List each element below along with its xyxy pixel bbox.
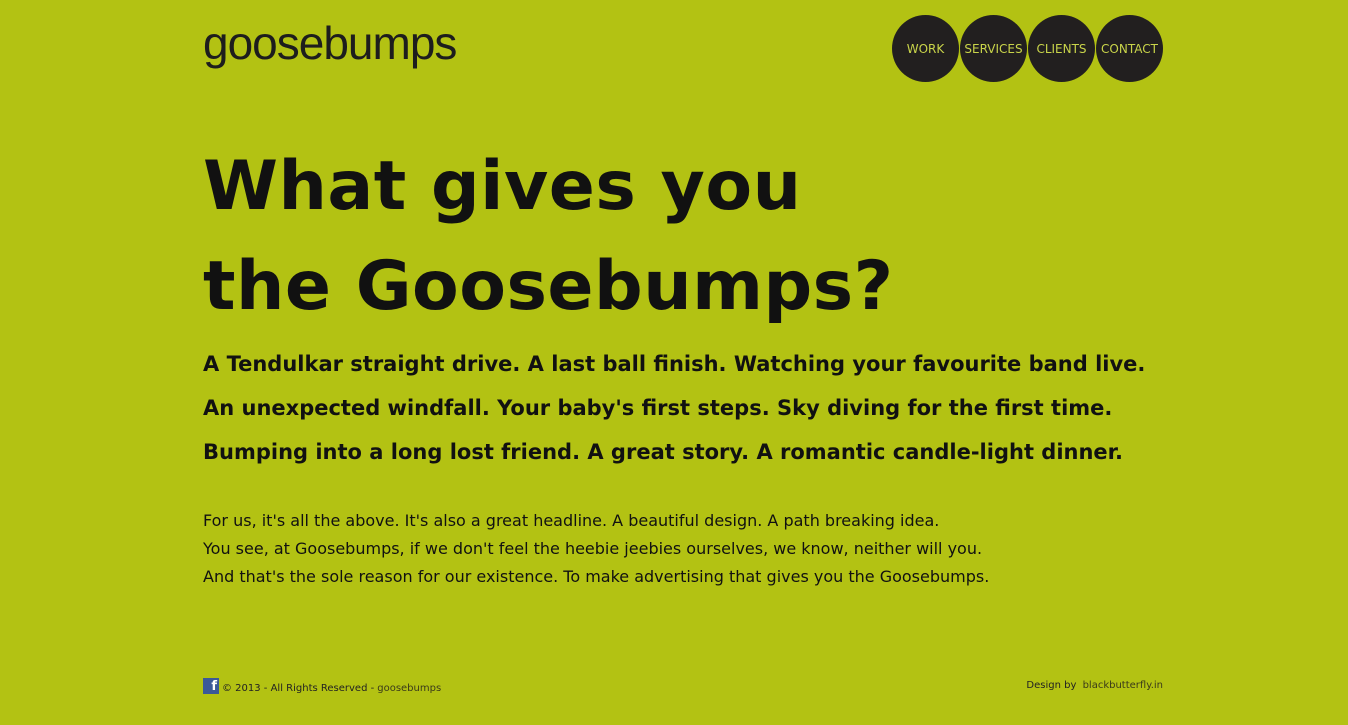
nav-work[interactable]: WORK: [892, 15, 959, 82]
designer-link[interactable]: blackbutterfly.in: [1083, 680, 1163, 691]
nav-contact[interactable]: CONTACT: [1096, 15, 1163, 82]
headline-line-1: What gives you: [203, 147, 802, 226]
headline-line-2: the Goosebumps?: [203, 247, 894, 326]
nav-services[interactable]: SERVICES: [960, 15, 1027, 82]
subhead-line-2: An unexpected windfall. Your baby's firs…: [203, 396, 1113, 420]
hero-subhead: A Tendulkar straight drive. A last ball …: [203, 342, 1145, 474]
nav-clients[interactable]: CLIENTS: [1028, 15, 1095, 82]
main-nav: WORK SERVICES CLIENTS CONTACT: [892, 15, 1164, 82]
footer-copyright: f © 2013 - All Rights Reserved - goosebu…: [203, 678, 441, 694]
body-line-2: You see, at Goosebumps, if we don't feel…: [203, 539, 983, 558]
footer-credit: Design by blackbutterfly.in: [1026, 680, 1163, 691]
hero-body-copy: For us, it's all the above. It's also a …: [203, 507, 989, 591]
subhead-line-3: Bumping into a long lost friend. A great…: [203, 440, 1124, 464]
subhead-line-1: A Tendulkar straight drive. A last ball …: [203, 352, 1146, 376]
copyright-text: © 2013 - All Rights Reserved -: [222, 683, 375, 694]
footer-brand-link[interactable]: goosebumps: [377, 683, 441, 694]
site-logo[interactable]: goosebumps: [203, 20, 457, 66]
body-line-3: And that's the sole reason for our exist…: [203, 567, 990, 586]
hero-headline: What gives you the Goosebumps?: [203, 137, 894, 337]
body-line-1: For us, it's all the above. It's also a …: [203, 511, 940, 530]
design-by-label: Design by: [1026, 680, 1077, 691]
facebook-icon[interactable]: f: [203, 678, 219, 694]
